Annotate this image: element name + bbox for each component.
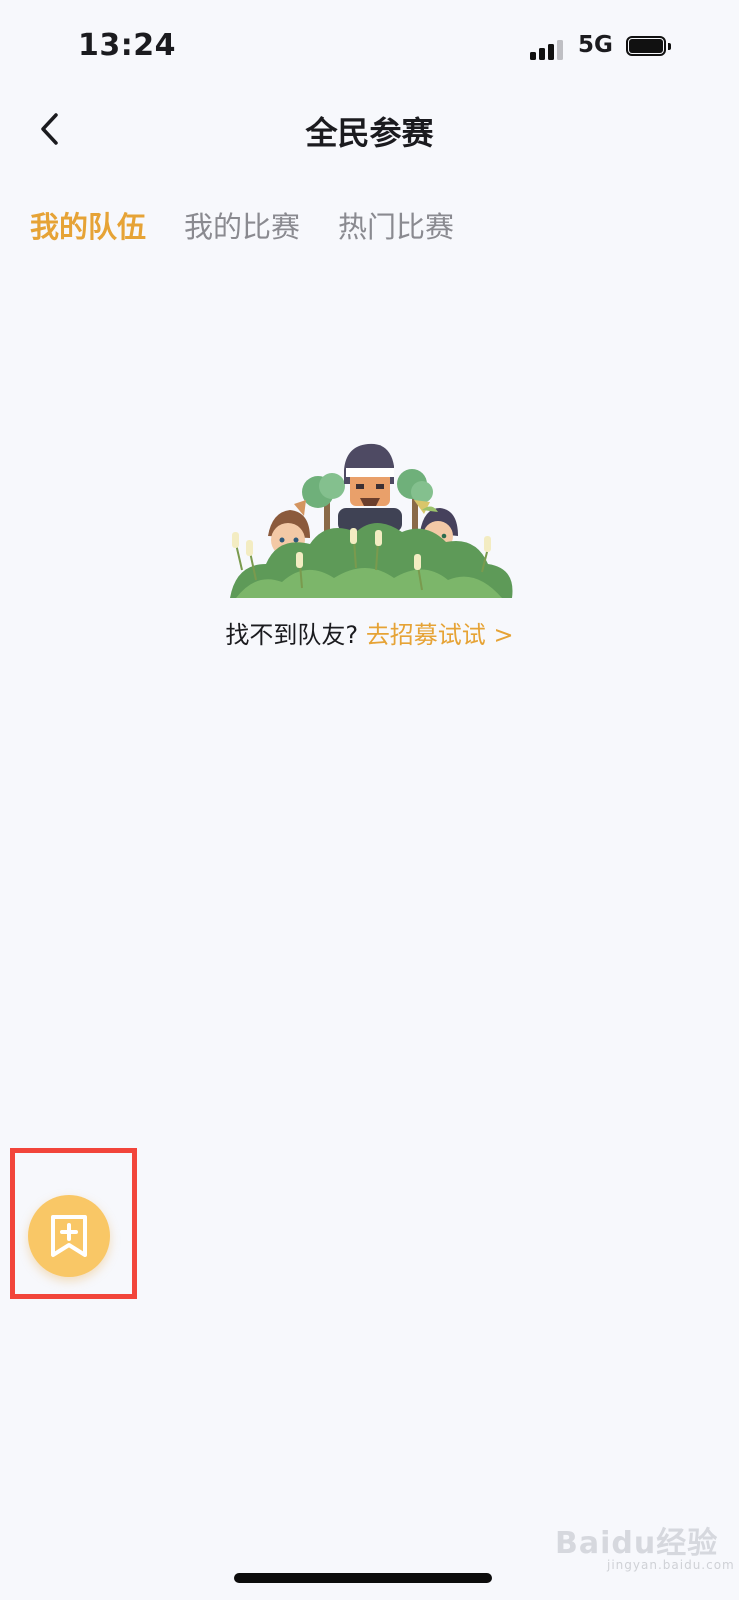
status-bar: 13:24 5G bbox=[0, 0, 739, 96]
tab-bar: 我的队伍 我的比赛 热门比赛 bbox=[30, 205, 454, 253]
watermark-text: Baidu经验 bbox=[555, 1526, 719, 1561]
tab-hot-matches[interactable]: 热门比赛 bbox=[338, 205, 454, 253]
nav-bar: 全民参赛 bbox=[0, 96, 739, 166]
create-team-button[interactable] bbox=[28, 1195, 110, 1277]
status-time: 13:24 bbox=[78, 28, 176, 63]
home-indicator[interactable] bbox=[234, 1573, 492, 1583]
add-banner-icon bbox=[51, 1215, 87, 1257]
signal-icon bbox=[530, 38, 566, 60]
network-label: 5G bbox=[578, 32, 613, 58]
watermark-url: jingyan.baidu.com bbox=[607, 1558, 735, 1572]
tab-my-team[interactable]: 我的队伍 bbox=[30, 205, 146, 253]
no-teammates-text: 找不到队友? bbox=[225, 621, 359, 649]
page-title: 全民参赛 bbox=[305, 114, 434, 152]
battery-icon bbox=[626, 36, 672, 58]
watermark: Baidu经验 jingyan.baidu.com bbox=[555, 1518, 734, 1572]
team-illustration bbox=[230, 443, 513, 598]
empty-message: 找不到队友? 去招募试试 > bbox=[0, 618, 739, 652]
recruit-link[interactable]: 去招募试试 > bbox=[366, 621, 514, 649]
tab-my-matches[interactable]: 我的比赛 bbox=[184, 205, 300, 253]
